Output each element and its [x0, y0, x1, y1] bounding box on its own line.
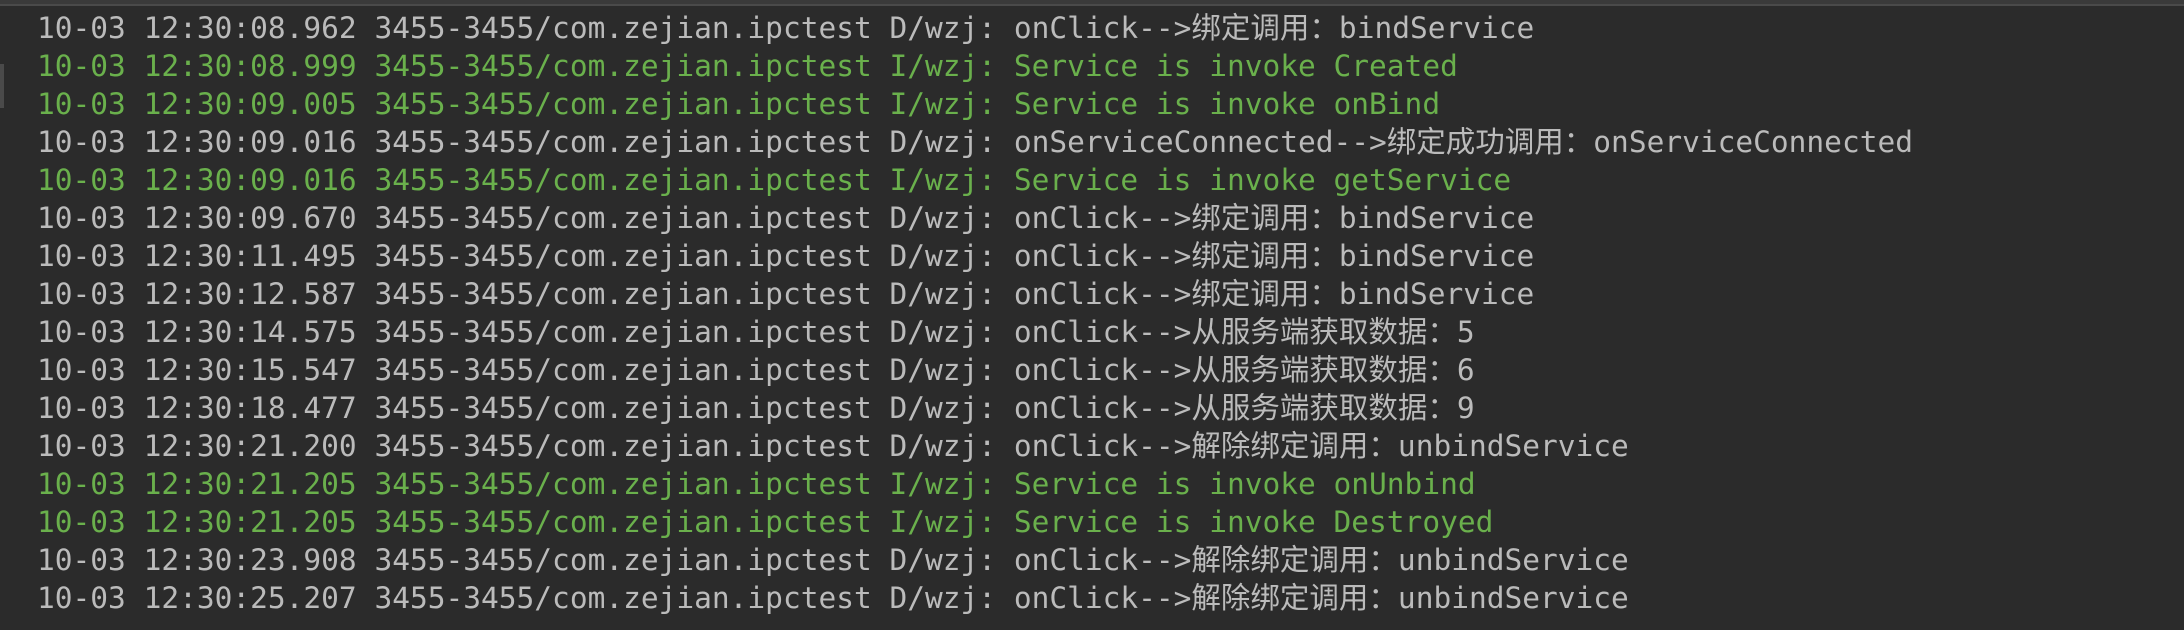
log-line: 10-03 12:30:18.477 3455-3455/com.zejian.…	[37, 391, 1475, 425]
logcat-output-panel[interactable]: 10-03 12:30:08.962 3455-3455/com.zejian.…	[37, 9, 2184, 617]
log-line: 10-03 12:30:11.495 3455-3455/com.zejian.…	[37, 239, 1535, 273]
log-line: 10-03 12:30:25.207 3455-3455/com.zejian.…	[37, 581, 1629, 615]
window-top-border	[0, 0, 2184, 6]
log-line: 10-03 12:30:08.999 3455-3455/com.zejian.…	[37, 49, 1458, 83]
log-line: 10-03 12:30:09.016 3455-3455/com.zejian.…	[37, 125, 1913, 159]
log-line: 10-03 12:30:21.200 3455-3455/com.zejian.…	[37, 429, 1629, 463]
log-line: 10-03 12:30:09.016 3455-3455/com.zejian.…	[37, 163, 1512, 197]
log-line: 10-03 12:30:23.908 3455-3455/com.zejian.…	[37, 543, 1629, 577]
log-line: 10-03 12:30:21.205 3455-3455/com.zejian.…	[37, 505, 1494, 539]
gutter-tab	[0, 64, 4, 108]
log-line: 10-03 12:30:09.670 3455-3455/com.zejian.…	[37, 201, 1535, 235]
log-line: 10-03 12:30:09.005 3455-3455/com.zejian.…	[37, 87, 1441, 121]
log-line: 10-03 12:30:08.962 3455-3455/com.zejian.…	[37, 11, 1535, 45]
log-line: 10-03 12:30:14.575 3455-3455/com.zejian.…	[37, 315, 1475, 349]
log-line: 10-03 12:30:15.547 3455-3455/com.zejian.…	[37, 353, 1475, 387]
log-line: 10-03 12:30:21.205 3455-3455/com.zejian.…	[37, 467, 1476, 501]
log-line: 10-03 12:30:12.587 3455-3455/com.zejian.…	[37, 277, 1535, 311]
